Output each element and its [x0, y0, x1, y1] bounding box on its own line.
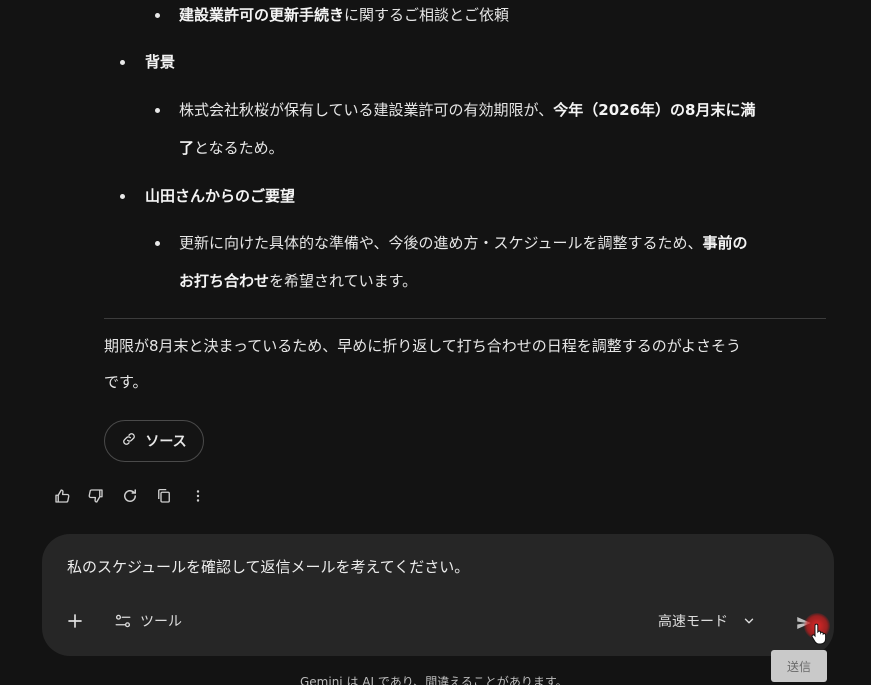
request-rest: を希望されています。 — [269, 272, 418, 290]
prompt-composer: 私のスケジュールを確認して返信メールを考えてください。 ツール 高速モード — [42, 534, 834, 656]
tools-label: ツール — [140, 614, 182, 630]
send-tooltip: 送信 — [771, 650, 827, 682]
summary-line1: 期限が8月末と決まっているため、早めに折り返して打ち合わせの日程を調整するのがよ… — [104, 337, 741, 355]
summary-line2: です。 — [104, 373, 148, 391]
hand-cursor-icon — [811, 623, 827, 645]
mode-selector[interactable]: 高速モード — [658, 610, 756, 632]
source-button[interactable]: ソース — [104, 420, 204, 462]
thumbs-down-icon[interactable] — [86, 486, 106, 506]
regenerate-icon[interactable] — [120, 486, 140, 506]
background-text-line1: 株式会社秋桜が保有している建設業許可の有効期限が、今年（2026年）の8月末に満 — [179, 99, 755, 121]
source-label: ソース — [145, 434, 187, 450]
chat-page: 建設業許可の更新手続きに関するご相談とご依頼 背景 株式会社秋桜が保有している建… — [0, 0, 871, 685]
item-bold: 建設業許可の更新手続き — [179, 6, 345, 24]
background-text-line2: 了となるため。 — [179, 137, 284, 159]
bullet-dot — [155, 13, 160, 18]
request-bold: 事前の — [702, 234, 748, 252]
mode-label: 高速モード — [658, 614, 728, 630]
bullet-dot — [120, 60, 125, 65]
background-bold: 今年（2026年）の8月末に満 — [553, 101, 756, 119]
background-rest: となるため。 — [194, 139, 284, 157]
request-bold2: お打ち合わせ — [179, 272, 270, 290]
add-attachment-button[interactable] — [64, 610, 86, 632]
response-actions — [52, 485, 208, 507]
item-text: 建設業許可の更新手続きに関するご相談とご依頼 — [179, 4, 509, 26]
bullet-dot — [155, 108, 160, 113]
copy-icon[interactable] — [154, 486, 174, 506]
heading-background: 背景 — [145, 53, 176, 71]
bullet-dot — [155, 241, 160, 246]
plus-icon — [68, 614, 82, 628]
prompt-input[interactable]: 私のスケジュールを確認して返信メールを考えてください。 — [67, 556, 469, 577]
item-rest: に関するご相談とご依頼 — [344, 6, 510, 24]
tools-button[interactable]: ツール — [114, 610, 182, 632]
request-text-line1: 更新に向けた具体的な準備や、今後の進め方・スケジュールを調整するため、事前の — [179, 232, 748, 254]
divider — [104, 318, 826, 319]
heading-request: 山田さんからのご要望 — [145, 187, 296, 205]
footer-disclaimer: Gemini は AI であり、間違えることがあります。 — [300, 675, 568, 685]
request-text-line2: お打ち合わせを希望されています。 — [179, 270, 417, 292]
more-vert-icon[interactable] — [188, 486, 208, 506]
background-bold2: 了 — [179, 139, 195, 157]
chevron-down-icon — [744, 618, 754, 624]
bullet-dot — [120, 194, 125, 199]
link-icon — [121, 431, 137, 451]
thumbs-up-icon[interactable] — [52, 486, 72, 506]
tools-icon — [115, 614, 131, 628]
request-pre: 更新に向けた具体的な準備や、今後の進め方・スケジュールを調整するため、 — [179, 234, 703, 252]
background-pre: 株式会社秋桜が保有している建設業許可の有効期限が、 — [179, 101, 554, 119]
